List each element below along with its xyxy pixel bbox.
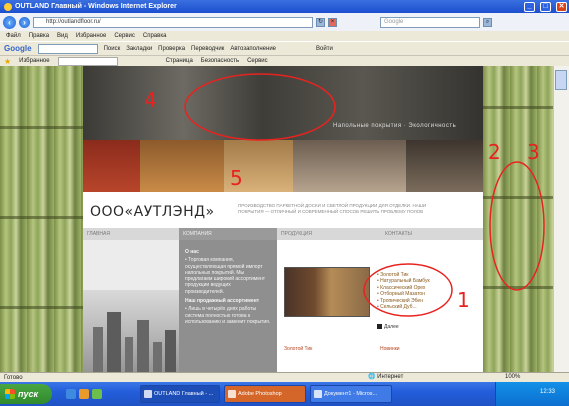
task-photoshop[interactable]: Adobe Photoshop [224,385,306,403]
clock: 12:33 [540,389,556,395]
address-bar: ‹ › http://outlandfloor.ru/ ↻ × Google ⌕ [0,13,569,31]
translate-button[interactable]: Переводчик [191,46,224,52]
google-toolbar: Google Поиск Закладки Проверка Переводчи… [0,41,569,55]
product-list: • Золотой Тик • Натуральный Бамбук • Кла… [377,272,430,310]
column-company: О нас • Торговая компания, осуществляюща… [179,240,277,382]
sub-links: Золотой Тик Новинки [284,346,464,352]
more-link[interactable]: Далее [377,324,399,330]
product-image[interactable] [284,267,370,317]
zoom-level[interactable]: 100% [505,372,520,382]
sub-link-teak[interactable]: Золотой Тик [284,346,312,352]
search-icon[interactable]: ⌕ [483,17,492,27]
autofill-button[interactable]: Автозаполнение [230,46,276,52]
security-menu[interactable]: Безопасность [201,58,239,64]
url-input[interactable]: http://outlandfloor.ru/ [33,16,313,28]
web-search-input[interactable]: Google [380,16,480,28]
menu-bar: Файл Правка Вид Избранное Сервис Справка [0,31,569,41]
minimize-button[interactable]: _ [524,1,535,12]
start-button[interactable]: пуск [0,384,52,404]
company-text-about: • Торговая компания, осуществляющая прям… [185,257,266,295]
vertical-scrollbar[interactable] [553,66,569,382]
ie-icon [4,2,12,11]
annotation-number-5: 5 [230,166,243,190]
menu-edit[interactable]: Правка [29,33,49,39]
hero-banner [83,66,483,145]
bamboo-background-left [0,66,83,382]
menu-tools[interactable]: Сервис [114,33,135,39]
scrollbar-thumb[interactable] [555,70,567,90]
refresh-icon[interactable]: ↻ [316,17,325,27]
maximize-button[interactable]: □ [540,1,551,12]
bookmarks-button[interactable]: Закладки [126,46,152,52]
annotation-number-1: 1 [457,288,470,312]
city-image [83,290,179,382]
page-menu[interactable]: Страница [166,58,193,64]
menu-favorites[interactable]: Избранное [76,33,106,39]
nav-products[interactable]: ПРОДУКЦИЯ [277,228,381,240]
annotation-number-3: 3 [527,140,540,164]
back-button[interactable]: ‹ [3,15,16,29]
task-ie[interactable]: OUTLAND Главный - ... [140,385,220,403]
annotation-number-4: 4 [144,88,157,112]
spellcheck-button[interactable]: Проверка [158,46,185,52]
title-bar[interactable]: OUTLAND Главный - Windows Internet Explo… [0,0,569,13]
stop-icon[interactable]: × [328,17,337,27]
google-search-button[interactable]: Поиск [104,46,121,52]
ie-quicklaunch-icon[interactable] [66,389,76,399]
system-tray [495,382,569,406]
sub-link-new[interactable]: Новинки [380,346,400,352]
hero-nav[interactable]: Напольные покрытия · Экологичность [333,123,456,129]
annotation-number-2: 2 [488,140,501,164]
desktop-quicklaunch-icon[interactable] [92,389,102,399]
photo-red-room [83,140,140,192]
nav-contacts[interactable]: КОНТАКТЫ [381,228,483,240]
tools-menu[interactable]: Сервис [247,58,268,64]
browser-tab[interactable] [57,56,118,66]
task-word[interactable]: Документ1 - Micros... [310,385,392,403]
status-text: Готово [4,375,23,381]
signin-button[interactable]: Войти [316,46,333,52]
close-button[interactable]: ✕ [556,1,567,12]
google-search-field[interactable] [37,43,98,54]
company-heading-range: Наш продажный ассортимент [185,298,260,305]
company-heading-about: О нас [185,249,199,255]
company-text-range: • Лишь в четырёх днях работы система пол… [185,306,271,325]
folder-quicklaunch-icon[interactable] [79,389,89,399]
favorites-bar: ★ Избранное Страница Безопасность Сервис [0,55,569,66]
google-logo: Google [4,44,32,53]
photo-interior [293,140,406,192]
brand-tagline: ПРОИЗВОДСТВО ПАРКЕТНОЙ ДОСКИ И СВЕТЛОЙ П… [238,203,427,214]
menu-file[interactable]: Файл [6,33,21,39]
bamboo-background-right [483,66,553,382]
favorites-button[interactable]: Избранное [19,58,49,64]
more-icon [377,324,382,330]
status-bar: Готово [0,372,569,382]
nav-company[interactable]: КОМПАНИЯ [179,228,277,240]
photo-bath [406,140,483,192]
menu-help[interactable]: Справка [143,33,167,39]
menu-view[interactable]: Вид [57,33,68,39]
product-link[interactable]: • Сельский Дуб... [377,304,430,310]
nav-home[interactable]: ГЛАВНАЯ [83,228,179,240]
forward-button[interactable]: › [19,16,30,28]
brand-title: ООО«АУТЛЭНД» [90,204,215,220]
photo-floor-1 [140,140,224,192]
screen: OUTLAND Главный - Windows Internet Explo… [0,0,569,406]
favorites-star-icon[interactable]: ★ [4,57,11,66]
status-zone: 🌐 Интернет [368,374,404,380]
window-title: OUTLAND Главный - Windows Internet Explo… [15,3,177,10]
